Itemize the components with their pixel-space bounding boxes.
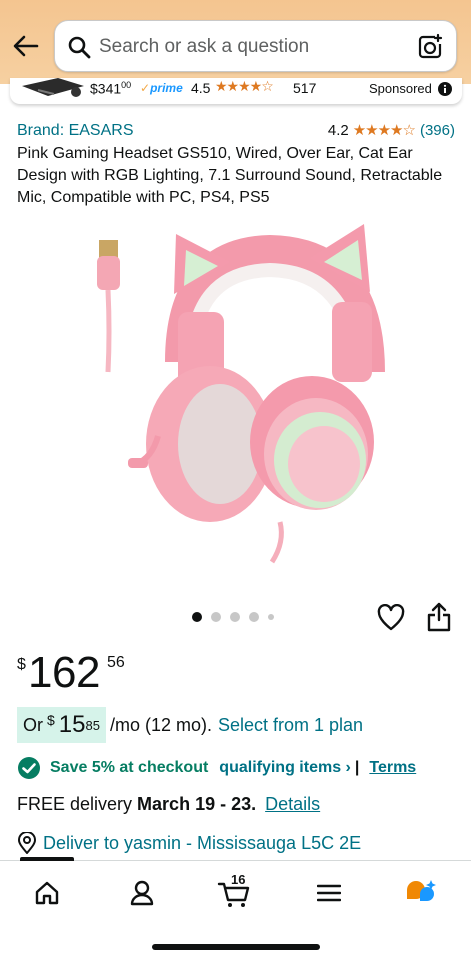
prime-badge: ✓prime [140,81,183,95]
menu-icon [317,884,341,902]
monthly-payment-row: Or $15 85 /mo (12 mo). Select from 1 plan [17,707,363,743]
sponsored-product-strip[interactable]: $34100 ✓prime 4.5 ★★★★☆ 517 Sponsored [10,78,462,104]
terms-link[interactable]: Terms [369,759,416,777]
active-tab-indicator [20,857,74,861]
review-count-link[interactable]: (396) [420,122,455,139]
camera-search-icon[interactable] [416,33,444,61]
delivery-prefix: FREE delivery [17,794,133,814]
app-header [0,0,471,84]
carousel-dot[interactable] [230,612,240,622]
carousel-dot[interactable] [249,612,259,622]
search-input[interactable] [99,21,399,73]
location-pin-icon [17,832,37,854]
back-button[interactable] [10,30,42,62]
save-percent-text: Save 5% at checkout [50,759,209,776]
deliver-to-text: Deliver to yasmin - Mississauga L5C 2E [43,832,362,853]
checkout-savings-row: Save 5% at checkout qualifying items › |… [17,756,416,780]
back-arrow-icon [13,35,39,57]
sponsored-review-count: 517 [293,80,317,96]
search-icon [68,36,91,59]
home-icon [35,881,59,905]
account-icon [130,880,154,906]
monthly-currency: $ [47,712,55,728]
qualifying-items-link[interactable]: qualifying items › [219,759,351,777]
image-carousel-dots[interactable] [192,612,283,622]
monthly-cents: 85 [85,717,100,733]
price-currency: $ [17,656,26,673]
product-title: Pink Gaming Headset GS510, Wired, Over E… [17,145,443,206]
cart-count-badge: 16 [231,872,246,887]
price-whole: 162 [28,648,100,697]
delivery-info: FREE delivery March 19 - 23. Details [17,794,320,815]
sponsored-rating: 4.5 [191,80,211,96]
delivery-dates: March 19 - 23. [137,794,257,814]
home-indicator-bar [152,944,320,950]
brand-link[interactable]: Brand: EASARS [17,122,134,140]
deliver-to-location[interactable]: Deliver to yasmin - Mississauga L5C 2E [17,832,361,854]
carousel-dot[interactable] [192,612,202,622]
nav-menu[interactable] [311,877,347,909]
delivery-details-link[interactable]: Details [265,794,320,814]
price-cents: 56 [107,654,125,671]
monthly-whole: 15 [58,711,86,738]
carousel-dot[interactable] [268,614,274,620]
select-plan-link[interactable]: Select from 1 plan [218,715,363,736]
share-icon[interactable] [426,602,452,632]
nav-rufus[interactable] [403,877,439,909]
check-circle-icon [18,757,40,779]
nav-account[interactable] [124,877,160,909]
sponsored-product-thumbnail [22,78,84,97]
product-rating[interactable]: 4.2 ★★★★☆ (396) [327,121,455,140]
rating-value: 4.2 [327,121,349,139]
monthly-prefix: Or [23,714,43,735]
rating-stars: ★★★★☆ [352,122,416,139]
sponsored-price: $34100 [90,80,132,97]
sponsored-label: Sponsored [369,81,432,96]
heart-icon[interactable] [377,604,405,632]
monthly-term: /mo (12 mo). [109,714,212,735]
product-image[interactable] [80,222,400,567]
search-bar[interactable] [54,20,457,73]
sponsored-stars: ★★★★☆ [215,78,274,94]
separator: | [354,759,360,776]
nav-home[interactable] [29,877,65,909]
monthly-price-badge: Or $15 85 [17,707,106,743]
carousel-dot[interactable] [211,612,221,622]
rufus-chat-icon [407,880,436,901]
info-icon[interactable] [438,82,452,96]
